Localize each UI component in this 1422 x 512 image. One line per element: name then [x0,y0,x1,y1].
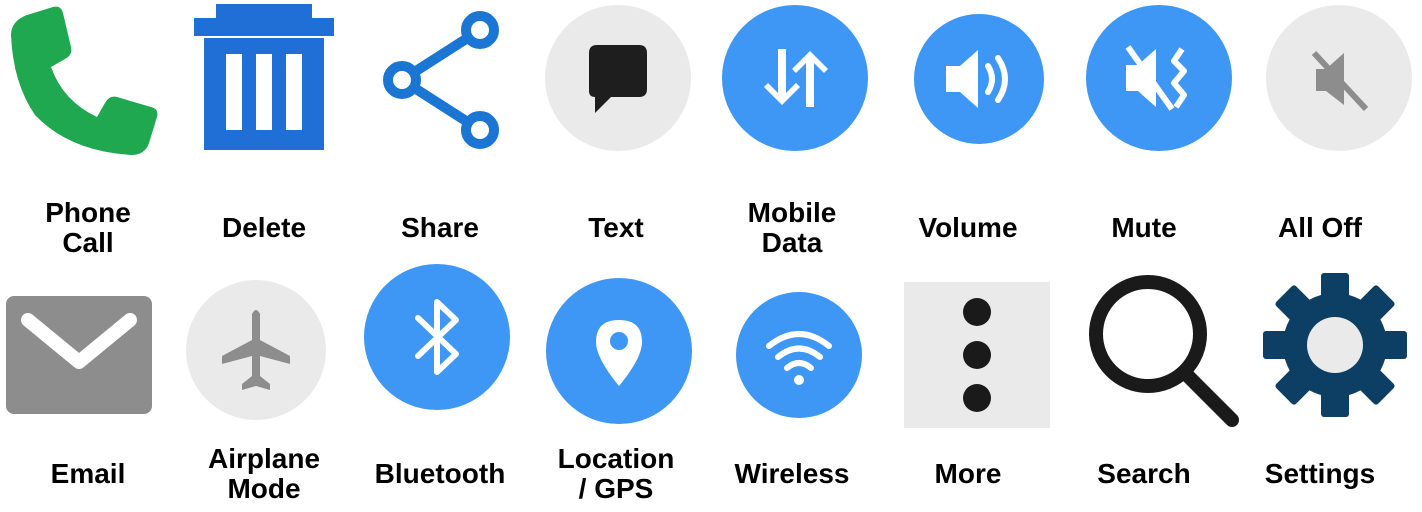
icon-label: Search [1097,458,1191,489]
icon-label: Mute [1111,212,1177,243]
icon-label: Settings [1264,458,1376,489]
airplane-icon [176,256,352,421]
icon-label: Share [401,212,479,243]
icon-label: Text [588,212,644,243]
phone-icon [0,0,176,165]
wifi-icon [704,256,880,421]
data-arrows-icon [704,0,880,165]
chat-bubble-icon [528,0,704,165]
speaker-icon [880,0,1056,165]
icon-label: Phone Call [45,197,131,258]
search-icon [1056,256,1239,427]
icon-label: Volume [918,212,1018,243]
icon-label: All Off [1278,212,1362,243]
location-pin-icon [528,256,704,424]
icon-label: Bluetooth [374,458,506,489]
trash-icon [176,0,352,165]
icon-label: Mobile Data [747,197,837,258]
icon-label: Airplane Mode [207,443,321,504]
more-dots-icon [880,256,1056,428]
icon-label: Delete [221,212,307,243]
icon-label: Wireless [734,458,850,489]
icon-label: Email [50,458,126,489]
icon-label: More [934,458,1002,489]
speaker-vibrate-mute-icon [1056,0,1232,165]
envelope-icon [0,256,176,421]
bluetooth-icon [352,256,528,421]
gear-icon [1232,256,1408,421]
speaker-muted-icon [1232,0,1412,165]
icon-label: Location / GPS [557,443,675,504]
share-icon [352,0,528,165]
